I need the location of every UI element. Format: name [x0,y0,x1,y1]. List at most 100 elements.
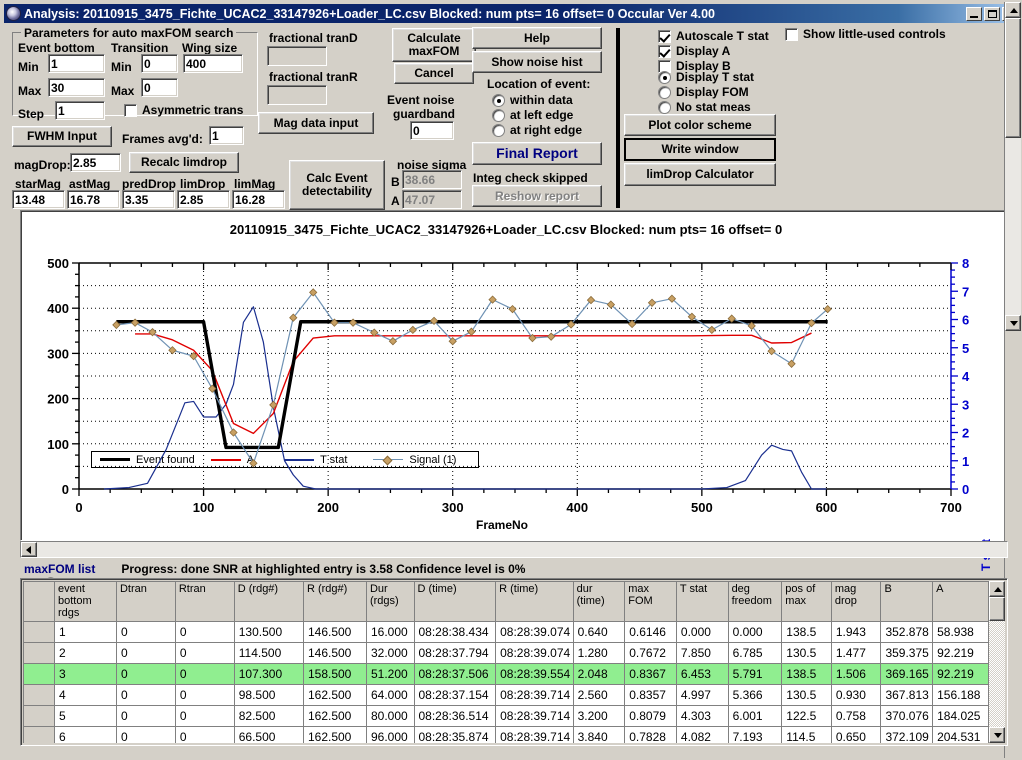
mag-data-input-button[interactable]: Mag data input [258,112,374,134]
table-cell[interactable]: 0 [174,684,235,707]
table-row[interactable]: 3 0 0 107.300 158.500 51.200 08:28:37.506 08:28… [23,663,989,686]
table-header-cell[interactable]: T stat [675,581,729,623]
table-cell[interactable]: 6.785 [727,642,783,665]
table-cell[interactable]: 0 [115,726,176,743]
table-cell[interactable]: 0.640 [572,621,626,644]
table-cell[interactable]: 92.219 [932,663,989,686]
table-cell[interactable]: 107.300 [233,663,304,686]
table-cell[interactable]: 08:28:39.714 [495,684,574,707]
maximize-button[interactable] [984,6,1000,21]
fwhm-input-button[interactable]: FWHM Input [12,126,112,147]
table-cell[interactable]: 6 [53,726,117,743]
table-cell[interactable]: 08:28:39.074 [495,621,574,644]
fractional-tranr-input[interactable] [267,85,327,105]
table-header-cell[interactable]: pos of max [781,581,832,623]
table-cell[interactable]: 204.531 [932,726,989,743]
table-header-cell[interactable]: D (time) [413,581,497,623]
table-cell[interactable]: 92.219 [932,642,989,665]
radio-within-data[interactable]: within data [492,93,573,107]
table-cell[interactable]: 08:28:35.874 [413,726,497,743]
table-cell[interactable]: 51.200 [365,663,415,686]
autoscale-t-stat-checkbox[interactable]: Autoscale T stat [658,29,769,43]
table-header-cell[interactable]: B [880,581,934,623]
table-scroll-down-arrow[interactable] [989,727,1005,743]
table-cell[interactable]: 7.850 [675,642,729,665]
table-cell[interactable]: 4.082 [675,726,729,743]
table-header-cell[interactable]: D (rdg#) [233,581,304,623]
reshow-report-button[interactable]: Reshow report [472,185,602,207]
fractional-trand-input[interactable] [267,46,327,66]
radio-at-right-edge[interactable]: at right edge [492,123,582,137]
table-cell[interactable]: 156.188 [932,684,989,707]
table-cell[interactable]: 3.200 [572,705,626,728]
table-cell[interactable]: 16.000 [365,621,415,644]
table-header-cell[interactable]: Rtran [174,581,235,623]
plot-scroll-up-arrow[interactable] [1005,2,1021,18]
radio-display-t-stat[interactable]: Display T stat [658,70,754,84]
table-cell[interactable]: 08:28:38.434 [413,621,497,644]
table-cell[interactable]: 0 [115,642,176,665]
table-row[interactable]: 4 0 0 98.500 162.500 64.000 08:28:37.154 08:28:… [23,684,989,707]
table-header-cell[interactable]: Dtran [115,581,176,623]
table-vertical-scrollbar[interactable] [989,581,1005,743]
table-header-cell[interactable]: dur (time) [572,581,626,623]
table-cell[interactable]: 08:28:39.714 [495,726,574,743]
minimize-button[interactable] [966,6,982,21]
write-window-button[interactable]: Write window [624,138,776,161]
table-cell[interactable]: 66.500 [233,726,304,743]
final-report-button[interactable]: Final Report [472,142,602,165]
event-noise-guardband-input[interactable]: 0 [410,121,454,140]
table-cell[interactable]: 0 [115,621,176,644]
table-header-cell[interactable]: max FOM [624,581,677,623]
table-cell[interactable]: 08:28:37.794 [413,642,497,665]
radio-at-left-edge[interactable]: at left edge [492,108,573,122]
table-row[interactable]: 6 0 0 66.500 162.500 96.000 08:28:35.874 08:28:… [23,726,989,743]
table-cell[interactable]: 158.500 [302,663,367,686]
table-cell[interactable]: 359.375 [880,642,934,665]
table-cell[interactable]: 369.165 [880,663,934,686]
table-scroll-up-arrow[interactable] [989,581,1005,597]
table-cell[interactable]: 0.650 [830,726,882,743]
table-cell[interactable]: 367.813 [880,684,934,707]
table-cell[interactable]: 1.477 [830,642,882,665]
frames-avgd-input[interactable]: 1 [209,126,244,145]
table-cell[interactable]: 96.000 [365,726,415,743]
table-header-cell[interactable]: Dur (rdgs) [365,581,415,623]
table-cell[interactable]: 0 [174,621,235,644]
event-bottom-min-input[interactable]: 1 [48,54,105,73]
table-cell[interactable]: 1.506 [830,663,882,686]
table-cell[interactable]: 352.878 [880,621,934,644]
table-cell[interactable]: 184.025 [932,705,989,728]
plot-scroll-down-arrow[interactable] [1005,315,1021,331]
table-cell[interactable] [23,642,55,665]
table-header-cell[interactable]: event bottom rdgs [53,581,117,623]
table-cell[interactable]: 08:28:37.154 [413,684,497,707]
table-cell[interactable]: 08:28:39.554 [495,663,574,686]
table-cell[interactable]: 0.8367 [624,663,677,686]
table-cell[interactable]: 0.7672 [624,642,677,665]
table-header-cell[interactable]: R (time) [495,581,574,623]
calc-event-detectability-button[interactable]: Calc Event detectability [289,160,385,210]
table-cell[interactable]: 80.000 [365,705,415,728]
table-cell[interactable] [23,705,55,728]
table-cell[interactable]: 2 [53,642,117,665]
table-cell[interactable]: 32.000 [365,642,415,665]
table-cell[interactable]: 0 [115,684,176,707]
asymmetric-trans-checkbox[interactable]: Asymmetric trans [124,103,243,117]
plot-horizontal-scrollbar[interactable] [20,541,1008,558]
radio-display-fom[interactable]: Display FOM [658,85,749,99]
table-cell[interactable]: 1.943 [830,621,882,644]
table-cell[interactable]: 98.500 [233,684,304,707]
show-noise-hist-button[interactable]: Show noise hist [472,51,602,73]
table-cell[interactable] [23,684,55,707]
plot-color-scheme-button[interactable]: Plot color scheme [624,114,776,136]
table-cell[interactable]: 0 [115,663,176,686]
table-cell[interactable]: 0.8357 [624,684,677,707]
table-cell[interactable]: 146.500 [302,621,367,644]
table-cell[interactable]: 0 [174,705,235,728]
table-cell[interactable]: 58.938 [932,621,989,644]
plot-scroll-left-arrow[interactable] [21,542,37,557]
transition-max-input[interactable]: 0 [141,78,178,97]
table-cell[interactable]: 0.8079 [624,705,677,728]
table-cell[interactable]: 82.500 [233,705,304,728]
